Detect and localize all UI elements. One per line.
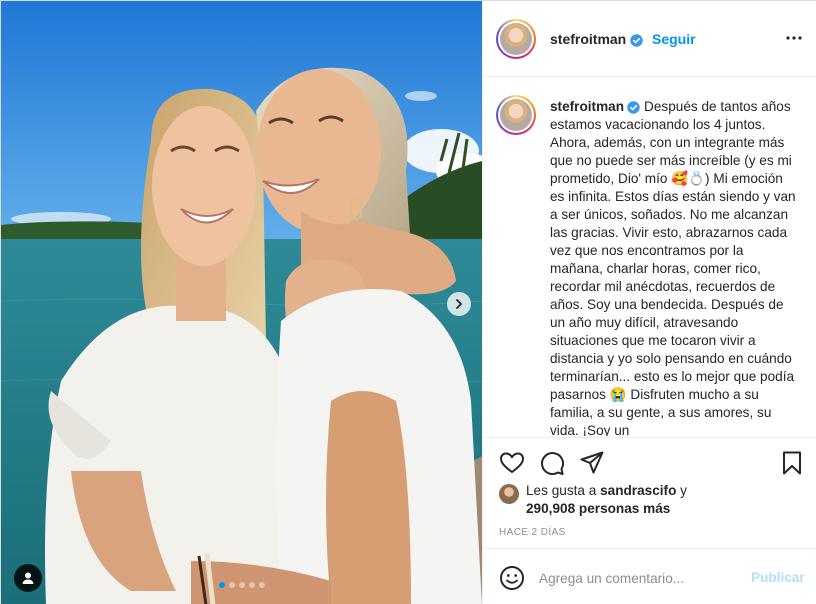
post-photo[interactable] bbox=[1, 1, 482, 604]
post-actions: Les gusta a sandrascifo y 290,908 person… bbox=[483, 437, 816, 547]
bookmark-icon[interactable] bbox=[779, 450, 805, 476]
heart-icon[interactable] bbox=[499, 450, 525, 476]
caption: stefroitman Después de tantos años estam… bbox=[550, 98, 800, 436]
add-comment-section: Publicar bbox=[483, 548, 816, 604]
paper-plane-icon[interactable] bbox=[579, 450, 605, 476]
verified-badge-icon bbox=[627, 101, 640, 114]
carousel-dot bbox=[218, 582, 225, 588]
chevron-right-icon bbox=[456, 299, 462, 309]
follow-button[interactable]: Seguir bbox=[652, 31, 696, 47]
likes-text: Les gusta a sandrascifo y 290,908 person… bbox=[526, 482, 796, 518]
verified-badge-icon bbox=[630, 34, 643, 47]
photo-scene bbox=[1, 1, 482, 604]
more-horizontal-icon bbox=[786, 36, 802, 40]
caption-author-avatar[interactable] bbox=[496, 95, 536, 135]
carousel-dot bbox=[258, 582, 265, 588]
likes-prefix: Les gusta a bbox=[526, 483, 597, 498]
post-sidebar: stefroitman Seguir stefroitman Después d… bbox=[482, 1, 816, 604]
next-photo-button[interactable] bbox=[447, 292, 471, 316]
carousel-indicator bbox=[1, 582, 482, 588]
caption-author-avatar-image bbox=[500, 99, 532, 131]
more-options-button[interactable] bbox=[783, 29, 805, 47]
post-header: stefroitman Seguir bbox=[483, 1, 816, 77]
comment-input[interactable] bbox=[539, 565, 739, 591]
carousel-dot bbox=[238, 582, 245, 588]
carousel-dot bbox=[248, 582, 255, 588]
post-timestamp[interactable]: HACE 2 DÍAS bbox=[499, 527, 566, 538]
author-avatar[interactable] bbox=[496, 19, 536, 59]
likes-connector: y bbox=[680, 483, 687, 498]
publish-button[interactable]: Publicar bbox=[751, 570, 805, 585]
likes-user-link[interactable]: sandrascifo bbox=[600, 483, 676, 498]
smiley-icon[interactable] bbox=[499, 565, 525, 591]
comment-bubble-icon[interactable] bbox=[539, 450, 565, 476]
likes-count-link[interactable]: 290,908 personas más bbox=[526, 501, 670, 516]
instagram-post: stefroitman Seguir stefroitman Después d… bbox=[0, 0, 816, 604]
author-username-group: stefroitman bbox=[550, 31, 643, 47]
author-username[interactable]: stefroitman bbox=[550, 31, 626, 47]
liker-avatar[interactable] bbox=[499, 484, 519, 504]
carousel-dot bbox=[228, 582, 235, 588]
caption-section: stefroitman Después de tantos años estam… bbox=[483, 78, 816, 436]
caption-text: Después de tantos años estamos vacaciona… bbox=[550, 99, 796, 436]
author-avatar-image bbox=[500, 23, 532, 55]
caption-username[interactable]: stefroitman bbox=[550, 99, 624, 114]
